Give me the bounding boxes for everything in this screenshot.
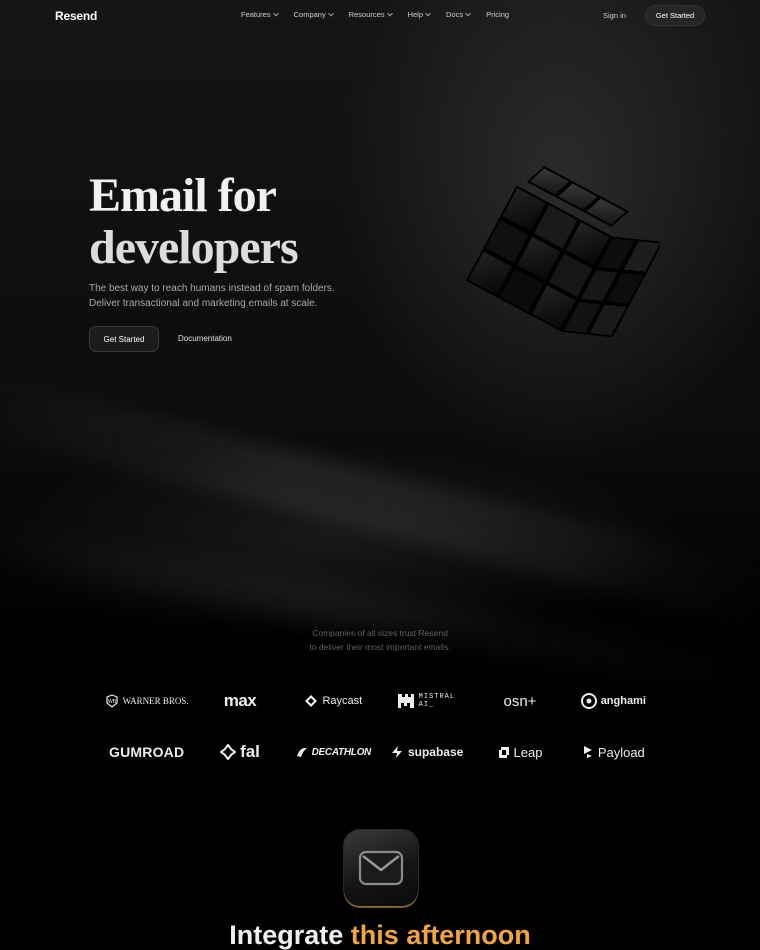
integrate-heading-accent: this afternoon [350,920,531,950]
logo-max: max [193,688,286,714]
logo-label: GUMROAD [109,744,185,760]
documentation-link[interactable]: Documentation [178,334,232,343]
customer-logos-row: WB WARNER BROS. max Raycast MISTRAL AI_ … [100,688,660,714]
mail-icon [344,830,418,906]
supabase-icon [391,746,402,758]
nav-item-label: Docs [446,10,464,19]
logo-label: Payload [597,744,645,760]
hero-subtitle-line: Deliver transactional and marketing emai… [89,297,318,309]
warner-shield-icon: WB [106,694,118,708]
hero-get-started-button[interactable]: Get Started [89,326,159,352]
hero-title-line: developers [89,221,299,274]
logo-label: WARNER BROS. [122,696,189,706]
hero-subtitle-line: The best way to reach humans instead of … [89,283,335,294]
nav-links: Features Company Resources Help Docs Pri… [241,10,509,19]
logo-leap: Leap [473,739,566,765]
svg-text:WB: WB [108,699,117,705]
logo-label: Raycast [322,695,363,707]
logo-gumroad: GUMROAD [100,739,193,765]
chevron-down-icon [465,10,471,16]
logo-osn: osn+ [473,688,566,714]
hero-title-line: Email for [89,169,277,222]
nav-item-docs[interactable]: Docs [446,10,471,19]
payload-icon [583,746,592,758]
resend-logo[interactable]: Resend [55,9,97,23]
logo-label: MISTRAL AI_ [418,693,456,709]
nav-item-label: Pricing [486,10,510,19]
nav-item-help[interactable]: Help [407,10,431,19]
nav-item-pricing[interactable]: Pricing [486,10,509,19]
logo-label: max [223,691,257,710]
logo-raycast: Raycast [287,688,380,714]
chevron-down-icon [327,10,334,16]
trust-line: to deliver their most important emails. [309,642,451,652]
customer-logos-row: GUMROAD fal DECATHLON supabase Leap Payl… [100,739,660,765]
decathlon-icon [296,747,307,757]
hero-subtitle: The best way to reach humans instead of … [89,282,335,311]
logo-label: osn+ [503,692,537,710]
logo-label: fal [240,742,260,761]
nav-item-label: Help [407,10,424,19]
mistral-icon [397,694,414,708]
integrate-heading-prefix: Integrate [229,920,344,950]
logo-payload: Payload [567,739,660,765]
logo-supabase: supabase [380,739,473,765]
integrate-heading: Integrate this afternoon [0,920,760,950]
anghami-icon [580,693,597,709]
logo-warner-bros: WB WARNER BROS. [100,688,193,714]
logo-mistral: MISTRAL AI_ [380,688,473,714]
chevron-down-icon [386,10,393,16]
top-navigation: Resend Features Company Resources Help D… [0,0,760,32]
raycast-icon [305,695,318,707]
light-beam [0,371,760,629]
nav-get-started-button[interactable]: Get Started [645,5,705,26]
trust-statement: Companies of all sizes trust Resend to d… [0,626,760,654]
leap-icon [498,747,509,758]
sign-in-link[interactable]: Sign in [603,11,626,20]
trust-line: Companies of all sizes trust Resend [312,628,448,638]
nav-item-label: Resources [348,10,385,19]
logo-decathlon: DECATHLON [287,739,380,765]
logo-fal: fal [193,739,286,765]
logo-label: supabase [407,745,464,759]
logo-anghami: anghami [567,688,660,714]
cube-graphic [465,166,660,338]
logo-label: Leap [513,744,543,760]
chevron-down-icon [272,10,279,16]
fal-icon [220,744,237,760]
chevron-down-icon [425,10,431,16]
hero-title: Email for developers [89,169,299,274]
nav-item-company[interactable]: Company [293,10,334,19]
nav-item-label: Company [293,10,326,19]
nav-item-features[interactable]: Features [241,10,279,19]
logo-label: anghami [600,695,646,707]
logo-label: DECATHLON [311,746,372,758]
nav-item-resources[interactable]: Resources [348,10,393,19]
nav-item-label: Features [241,10,271,19]
